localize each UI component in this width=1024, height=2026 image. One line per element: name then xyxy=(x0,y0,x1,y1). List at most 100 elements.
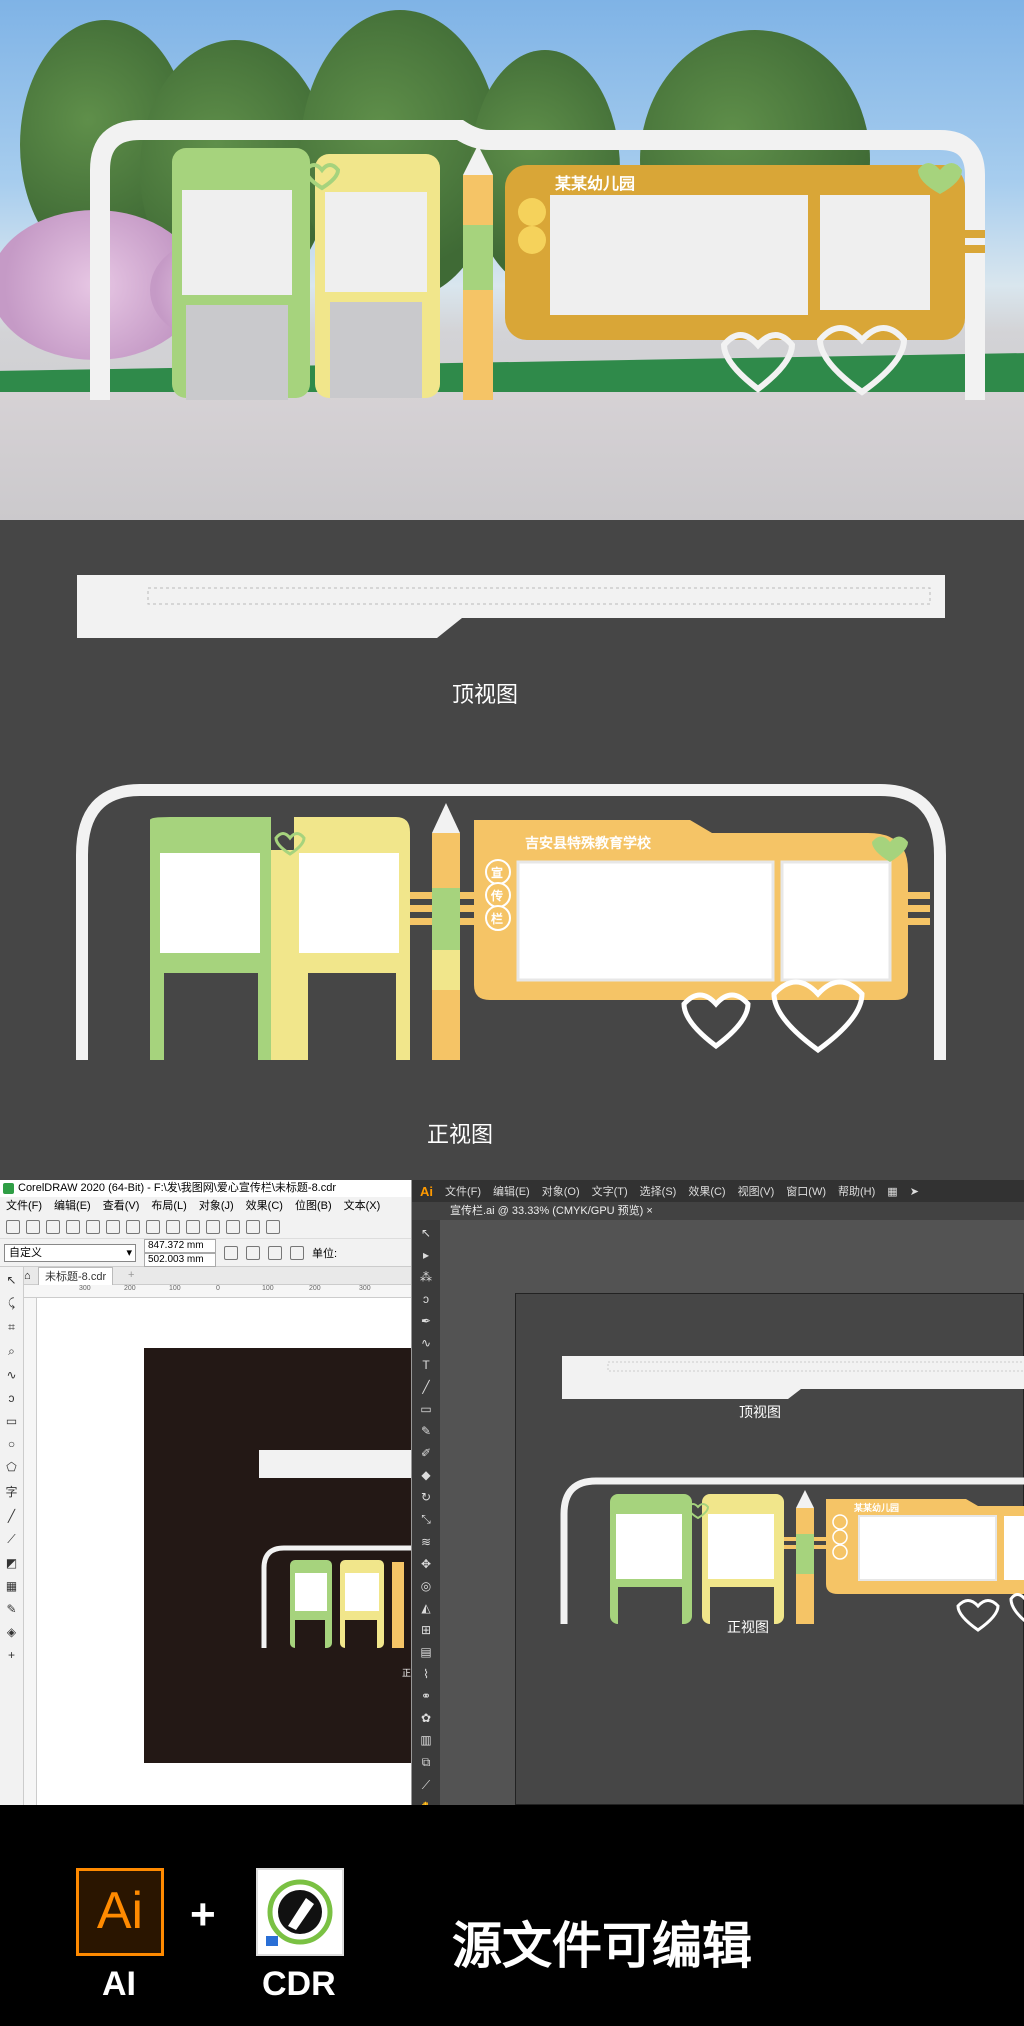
all-pages-icon[interactable] xyxy=(268,1245,282,1260)
page-preset-select[interactable]: 自定义 xyxy=(4,1243,136,1262)
shape-builder-icon[interactable]: ◎ xyxy=(421,1579,431,1593)
menu-layout[interactable]: 布局(L) xyxy=(145,1197,192,1215)
symbol-sprayer-icon[interactable]: ✿ xyxy=(421,1711,431,1725)
curvature-tool-icon[interactable]: ∿ xyxy=(421,1336,431,1350)
zoom-tool-icon[interactable]: ⌕ xyxy=(8,1344,15,1359)
open-icon[interactable] xyxy=(26,1219,40,1234)
cloud-icon[interactable] xyxy=(66,1219,80,1234)
transparency-tool-icon[interactable]: ◩ xyxy=(6,1556,17,1570)
upload-icon[interactable] xyxy=(86,1219,100,1234)
menu-view[interactable]: 视图(V) xyxy=(738,1183,775,1199)
menu-file[interactable]: 文件(F) xyxy=(0,1197,48,1215)
menu-text[interactable]: 文本(X) xyxy=(338,1197,387,1215)
new-icon[interactable] xyxy=(6,1219,20,1234)
eyedropper-icon[interactable]: ⌇ xyxy=(423,1667,429,1681)
artboard-tool-icon[interactable]: ⧉ xyxy=(422,1755,431,1770)
cut-icon[interactable] xyxy=(126,1219,140,1234)
blend-tool-icon[interactable]: ⚭ xyxy=(421,1689,431,1703)
landscape-icon[interactable] xyxy=(246,1245,260,1260)
page-width-field[interactable]: 847.372 mm xyxy=(144,1238,216,1253)
front-orange-window xyxy=(1004,1516,1024,1580)
menu-edit[interactable]: 编辑(E) xyxy=(493,1183,530,1199)
selection-tool-icon[interactable]: ↖ xyxy=(421,1226,431,1240)
workspace-icon[interactable]: ▦ xyxy=(887,1185,897,1198)
type-tool-icon[interactable]: T xyxy=(422,1358,429,1372)
add-tab-icon[interactable]: + xyxy=(128,1269,134,1281)
redo-icon[interactable] xyxy=(206,1219,220,1234)
document-tab-strip: ⌂ 未标题-8.cdr + xyxy=(24,1267,411,1285)
copy-icon[interactable] xyxy=(146,1219,160,1234)
perspective-grid-icon[interactable]: ◭ xyxy=(421,1601,430,1615)
front-yellow-gap xyxy=(345,1620,377,1648)
shape-tool-icon[interactable]: ⤹ xyxy=(8,1296,15,1311)
connector-tool-icon[interactable]: ╱ xyxy=(8,1509,15,1523)
artistic-media-icon[interactable]: ↄ xyxy=(9,1391,15,1405)
line-tool-icon[interactable]: ╱ xyxy=(422,1380,429,1394)
front-green-gap xyxy=(295,1620,325,1648)
pen-tool-icon[interactable]: ✒ xyxy=(421,1314,431,1328)
rotate-tool-icon[interactable]: ↻ xyxy=(421,1490,431,1504)
magic-wand-icon[interactable]: ⁂ xyxy=(420,1270,432,1284)
eraser-icon[interactable]: ◆ xyxy=(421,1468,430,1482)
menu-type[interactable]: 文字(T) xyxy=(592,1183,628,1199)
crop-tool-icon[interactable]: ⌗ xyxy=(8,1320,15,1335)
save-icon[interactable] xyxy=(46,1219,60,1234)
menu-file[interactable]: 文件(F) xyxy=(445,1183,481,1199)
scale-tool-icon[interactable]: ⤡ xyxy=(421,1512,431,1527)
menu-window[interactable]: 窗口(W) xyxy=(786,1183,826,1199)
illustrator-window: Ai 文件(F) 编辑(E) 对象(O) 文字(T) 选择(S) 效果(C) 视… xyxy=(412,1180,1024,1805)
page-height-field[interactable]: 502.003 mm xyxy=(144,1252,216,1267)
rectangle-tool-icon[interactable]: ▭ xyxy=(6,1414,17,1428)
current-page-icon[interactable] xyxy=(290,1245,304,1260)
portrait-icon[interactable] xyxy=(224,1245,238,1260)
polygon-tool-icon[interactable]: ⬠ xyxy=(6,1460,16,1474)
mesh-tool-icon[interactable]: ⊞ xyxy=(421,1623,431,1637)
lasso-icon[interactable]: ↄ xyxy=(423,1292,429,1306)
shaper-tool-icon[interactable]: ✐ xyxy=(421,1446,431,1460)
page-dimensions: 847.372 mm 502.003 mm xyxy=(144,1238,216,1267)
gradient-tool-icon[interactable]: ▤ xyxy=(420,1645,431,1659)
paintbrush-icon[interactable]: ✎ xyxy=(421,1424,431,1438)
menu-effect[interactable]: 效果(C) xyxy=(688,1183,725,1199)
export-icon[interactable] xyxy=(246,1219,260,1234)
document-tab[interactable]: 未标题-8.cdr xyxy=(38,1267,114,1285)
send-icon[interactable]: ➤ xyxy=(910,1185,919,1198)
pattern-tool-icon[interactable]: ▦ xyxy=(6,1579,17,1593)
close-tab-icon[interactable]: × xyxy=(646,1205,652,1217)
menu-help[interactable]: 帮助(H) xyxy=(838,1183,875,1199)
editable-tagline: 源文件可编辑 xyxy=(452,1918,752,1974)
print-icon[interactable] xyxy=(106,1219,120,1234)
ellipse-tool-icon[interactable]: ○ xyxy=(8,1437,15,1451)
fill-tool-icon[interactable]: ◈ xyxy=(7,1625,16,1639)
width-tool-icon[interactable]: ≋ xyxy=(421,1535,431,1549)
eyedropper-tool-icon[interactable]: ✎ xyxy=(6,1602,16,1616)
pick-tool-icon[interactable]: ↖ xyxy=(6,1273,16,1287)
column-graph-icon[interactable]: ▥ xyxy=(420,1733,431,1747)
pdf-icon[interactable] xyxy=(266,1219,280,1234)
import-icon[interactable] xyxy=(226,1219,240,1234)
rail xyxy=(410,905,432,912)
slice-tool-icon[interactable]: ⟋ xyxy=(422,1778,430,1793)
top-view-shape xyxy=(259,1450,411,1478)
menu-object[interactable]: 对象(O) xyxy=(542,1183,580,1199)
front-view-label: 正视图 xyxy=(727,1619,769,1635)
plus-sign: + xyxy=(190,1890,216,1939)
menu-select[interactable]: 选择(S) xyxy=(640,1183,677,1199)
rectangle-tool-icon[interactable]: ▭ xyxy=(420,1402,431,1416)
add-tool-icon[interactable]: + xyxy=(8,1648,15,1662)
home-icon[interactable]: ⌂ xyxy=(24,1270,31,1282)
menu-edit[interactable]: 编辑(E) xyxy=(48,1197,97,1215)
front-yellow-board xyxy=(299,853,399,953)
menu-view[interactable]: 查看(V) xyxy=(97,1197,146,1215)
illustrator-document-tab[interactable]: 宣传栏.ai @ 33.33% (CMYK/GPU 预览) × xyxy=(412,1202,1024,1220)
menu-effects[interactable]: 效果(C) xyxy=(240,1197,289,1215)
undo-icon[interactable] xyxy=(186,1219,200,1234)
blend-tool-icon[interactable]: ⟋ xyxy=(7,1532,15,1547)
direct-selection-icon[interactable]: ▸ xyxy=(423,1248,429,1262)
menu-object[interactable]: 对象(J) xyxy=(193,1197,240,1215)
menu-bitmaps[interactable]: 位图(B) xyxy=(289,1197,338,1215)
text-tool-icon[interactable]: 字 xyxy=(5,1483,17,1500)
puppet-warp-icon[interactable]: ✥ xyxy=(421,1557,431,1571)
freehand-tool-icon[interactable]: ∿ xyxy=(6,1368,16,1382)
paste-icon[interactable] xyxy=(166,1219,180,1234)
